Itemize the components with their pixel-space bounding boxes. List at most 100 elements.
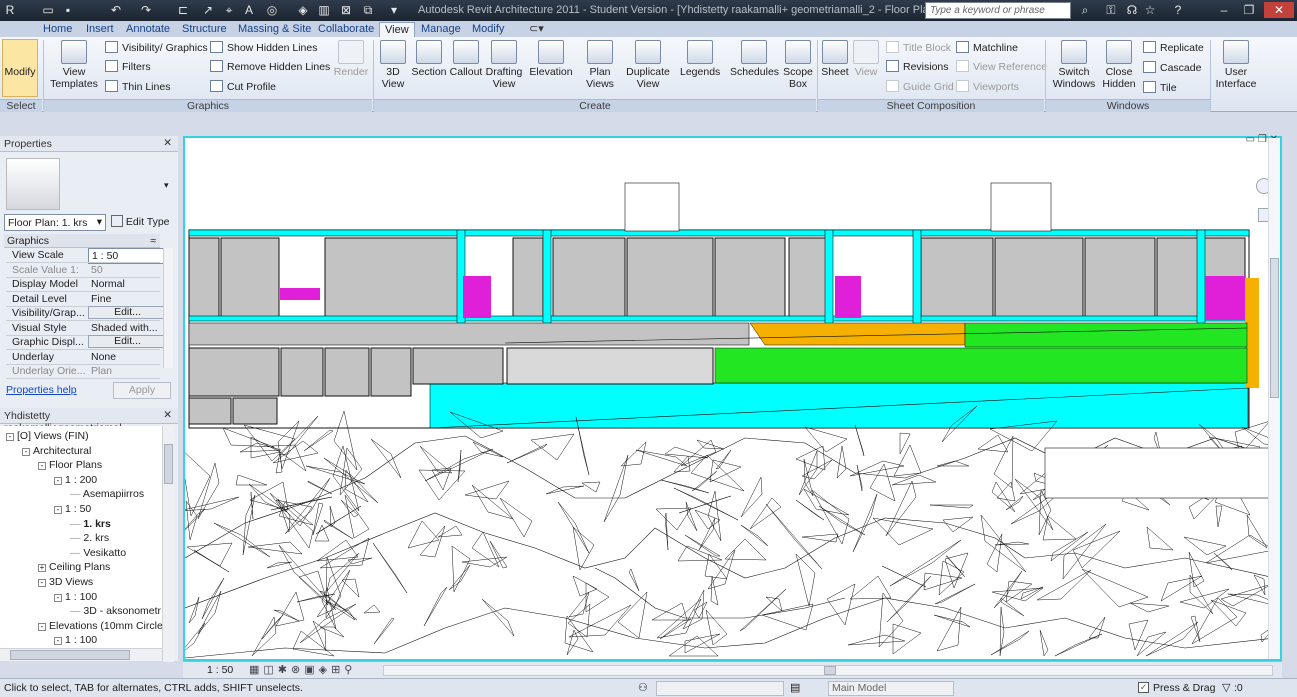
callout-button[interactable]: Callout — [448, 40, 484, 78]
design-options-icon[interactable]: ▤ — [790, 681, 800, 694]
tab-massing-site[interactable]: Massing & Site — [233, 22, 316, 37]
restore-icon[interactable]: ❐ — [1238, 2, 1260, 18]
expand-icon[interactable]: + — [38, 564, 46, 573]
help-icon[interactable]: ? — [1170, 2, 1186, 18]
chevron-down-icon[interactable]: ▾ — [164, 180, 169, 191]
3d-view-icon[interactable]: ◎ — [264, 2, 280, 18]
render-button[interactable]: Render — [330, 40, 372, 78]
property-value[interactable]: Fine — [88, 292, 164, 306]
undo-icon[interactable]: ↶ — [108, 2, 124, 18]
tree-item[interactable]: -1 : 100 — [54, 633, 97, 647]
property-value[interactable]: None — [88, 350, 164, 364]
property-row[interactable]: Detail Level Fine — [6, 292, 160, 306]
modify-button[interactable]: Modify — [2, 39, 38, 97]
tree-item[interactable]: - Floor Plans — [38, 458, 102, 472]
properties-help-link[interactable]: Properties help — [6, 384, 77, 396]
property-value[interactable]: Normal — [88, 277, 164, 291]
visibility-graphics-button[interactable]: Visibility/ Graphics — [105, 41, 208, 55]
view-templates-button[interactable]: View Templates — [48, 40, 100, 90]
cut-profile-button[interactable]: Cut Profile — [210, 80, 276, 94]
subscription-icon[interactable]: ⚿ — [1103, 2, 1119, 18]
schedules-button[interactable]: Schedules — [730, 40, 779, 78]
property-row[interactable]: View Scale 1 : 50 — [6, 248, 164, 264]
scroll-thumb[interactable] — [10, 650, 130, 660]
tab-manage[interactable]: Manage — [416, 22, 466, 37]
apply-button[interactable]: Apply — [113, 382, 171, 399]
property-row[interactable]: Underlay Orie... Plan — [6, 364, 160, 378]
redo-icon[interactable]: ↷ — [138, 2, 154, 18]
property-value[interactable]: Shaded with... — [88, 321, 164, 335]
favorites-icon[interactable]: ☆ — [1142, 2, 1158, 18]
tab-insert[interactable]: Insert — [81, 22, 119, 37]
remove-hidden-lines-button[interactable]: Remove Hidden Lines — [210, 60, 330, 74]
collapse-icon[interactable]: - — [38, 622, 46, 631]
property-row[interactable]: Visual Style Shaded with... — [6, 321, 160, 335]
collapse-icon[interactable]: - — [54, 593, 62, 602]
property-row[interactable]: Display Model Normal — [6, 277, 160, 291]
legends-button[interactable]: Legends — [680, 40, 720, 78]
tree-item[interactable]: -3D Views — [38, 575, 93, 589]
close-hidden-button[interactable]: Close Hidden — [1101, 40, 1137, 90]
browser-vertical-scrollbar[interactable] — [162, 426, 174, 662]
revit-logo-icon[interactable]: R — [2, 2, 18, 18]
elevation-button[interactable]: Elevation — [528, 40, 574, 78]
press-drag-checkbox[interactable]: ✓ — [1138, 682, 1149, 693]
user-interface-button[interactable]: User Interface — [1212, 40, 1260, 90]
scroll-thumb[interactable] — [1270, 258, 1279, 398]
scope-box-button[interactable]: Scope Box — [782, 40, 814, 90]
property-row[interactable]: Visibility/Grap... Edit... — [6, 306, 164, 320]
customize-qat-icon[interactable]: ▾ — [386, 2, 402, 18]
measure-icon[interactable]: ⊏ — [175, 2, 191, 18]
switch-windows-button[interactable]: Switch Windows — [1050, 40, 1098, 90]
properties-scrollbar[interactable] — [163, 248, 173, 368]
guide-grid-button[interactable]: Guide Grid — [886, 80, 954, 94]
property-value[interactable]: Edit... — [88, 306, 164, 319]
tree-item[interactable]: - Elevations (10mm Circle — [38, 619, 162, 633]
property-row[interactable]: Graphic Displ... Edit... — [6, 335, 164, 349]
tree-item[interactable]: -1 : 50 — [54, 502, 91, 516]
tree-item[interactable]: — Vesikatto — [70, 546, 126, 560]
close-icon[interactable]: ✕ — [1264, 2, 1294, 18]
cascade-button[interactable]: Cascade — [1143, 61, 1201, 75]
edit-type-button[interactable]: Edit Type — [111, 214, 170, 230]
tag-icon[interactable]: ⌖ — [221, 2, 237, 18]
view-control-icons[interactable]: ▦◫✱⊗▣◈⊞⚲ — [249, 663, 356, 676]
collapse-icon[interactable]: - — [6, 433, 14, 441]
tree-item[interactable]: + Ceiling Plans — [38, 560, 110, 574]
tree-item[interactable]: -1 : 100 — [54, 590, 97, 604]
group-header-graphics[interactable]: Graphics ≈ — [4, 234, 160, 248]
communication-icon[interactable]: ☊ — [1124, 2, 1140, 18]
dimension-icon[interactable]: ↗ — [200, 2, 216, 18]
filter-icon[interactable]: ▽ — [1222, 681, 1230, 694]
minimize-icon[interactable]: – — [1213, 2, 1235, 18]
browser-horizontal-scrollbar[interactable] — [0, 648, 162, 661]
replicate-button[interactable]: Replicate — [1143, 41, 1204, 55]
property-value[interactable]: Plan — [88, 364, 164, 378]
scroll-thumb[interactable] — [164, 444, 173, 484]
drafting-view-button[interactable]: Drafting View — [485, 40, 523, 90]
tab-home[interactable]: Home — [38, 22, 77, 37]
thin-lines-icon[interactable]: ▥ — [316, 2, 332, 18]
viewports-button[interactable]: Viewports — [956, 80, 1019, 94]
canvas-vertical-scrollbar[interactable] — [1268, 138, 1280, 659]
tree-item[interactable]: -1 : 200 — [54, 473, 97, 487]
tab-collaborate[interactable]: Collaborate — [313, 22, 379, 37]
save-icon[interactable]: ▪ — [60, 2, 76, 18]
property-value[interactable]: 50 — [88, 263, 164, 277]
design-option-dropdown[interactable]: Main Model — [828, 681, 954, 696]
collapse-icon[interactable]: - — [54, 476, 62, 485]
plan-views-button[interactable]: Plan Views — [583, 40, 617, 90]
drawing-canvas[interactable]: ▭ ❐ ✕ — [172, 134, 1295, 661]
collapse-icon[interactable]: - — [38, 462, 46, 471]
duplicate-view-button[interactable]: Duplicate View — [624, 40, 672, 90]
scroll-thumb[interactable] — [824, 666, 836, 675]
minimize-ribbon-icon[interactable]: ⊂▾ — [524, 22, 549, 37]
filters-button[interactable]: Filters — [105, 60, 151, 74]
binoculars-icon[interactable]: ⌕ — [1077, 2, 1093, 18]
collapse-icon[interactable]: - — [22, 447, 30, 456]
collapse-icon[interactable]: - — [54, 637, 62, 646]
tab-modify[interactable]: Modify — [467, 22, 509, 37]
text-icon[interactable]: A — [241, 2, 257, 18]
canvas-horizontal-scrollbar[interactable] — [383, 665, 1273, 676]
tab-view[interactable]: View — [379, 22, 415, 37]
